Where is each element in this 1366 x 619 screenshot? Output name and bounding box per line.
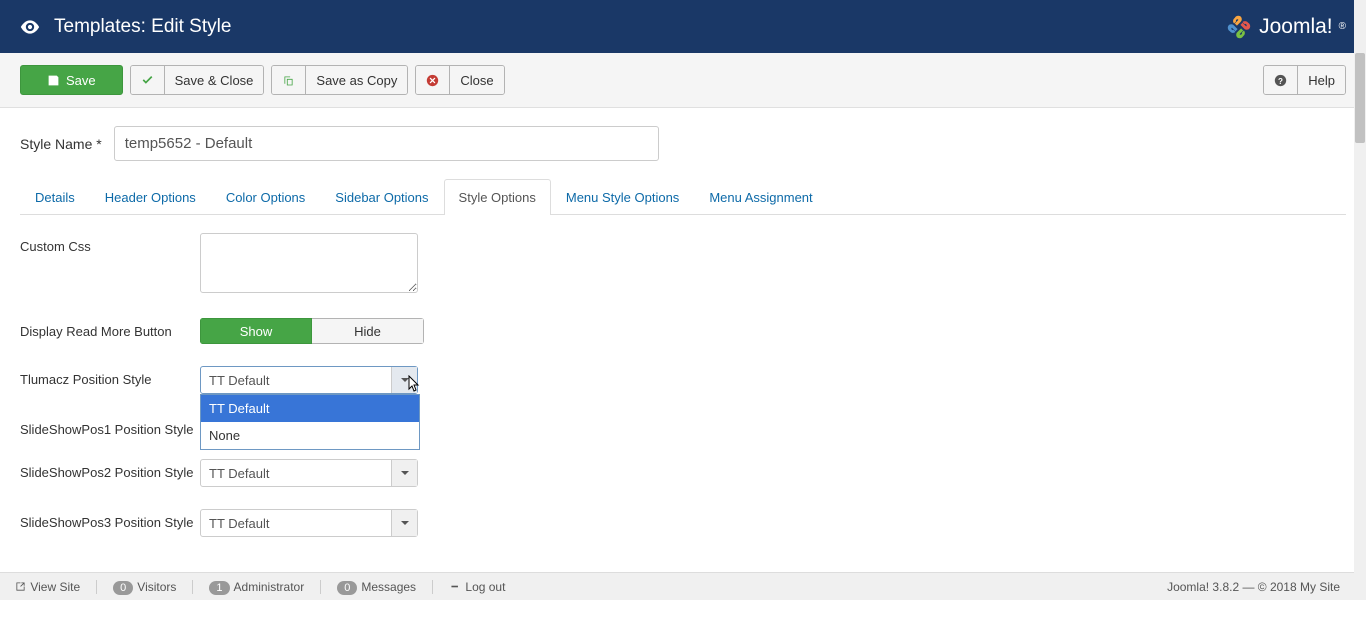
read-more-label: Display Read More Button xyxy=(20,318,200,344)
tab-bar: Details Header Options Color Options Sid… xyxy=(20,179,1346,215)
vertical-scrollbar[interactable] xyxy=(1354,0,1366,600)
page-title: Templates: Edit Style xyxy=(54,16,231,38)
joomla-logo-icon xyxy=(1225,13,1253,41)
chevron-down-icon xyxy=(391,367,417,393)
read-more-show-button[interactable]: Show xyxy=(200,318,312,344)
tab-color-options[interactable]: Color Options xyxy=(211,179,320,215)
messages-badge: 0 xyxy=(337,581,357,595)
visitors-badge: 0 xyxy=(113,581,133,595)
eye-icon xyxy=(20,20,40,34)
slideshow3-select[interactable]: TT Default xyxy=(200,509,418,537)
tab-sidebar-options[interactable]: Sidebar Options xyxy=(320,179,443,215)
tlumacz-option-ttdefault[interactable]: TT Default xyxy=(201,395,419,422)
logout-label: Log out xyxy=(465,580,505,594)
custom-css-label: Custom Css xyxy=(20,233,200,296)
view-site-link[interactable]: View Site xyxy=(14,580,80,594)
visitors-stat[interactable]: 0Visitors xyxy=(113,580,176,594)
save-copy-label: Save as Copy xyxy=(306,66,407,94)
main-content: Style Name * Details Header Options Colo… xyxy=(0,108,1366,619)
read-more-toggle: Show Hide xyxy=(200,318,424,344)
tab-menu-assignment[interactable]: Menu Assignment xyxy=(694,179,827,215)
close-button[interactable]: Close xyxy=(415,65,504,95)
style-name-label: Style Name * xyxy=(20,136,102,152)
save-button[interactable]: Save xyxy=(20,65,123,95)
view-site-label: View Site xyxy=(30,580,80,594)
slideshow3-select-value: TT Default xyxy=(201,516,391,531)
save-button-label: Save xyxy=(66,73,96,88)
scroll-thumb[interactable] xyxy=(1355,53,1365,143)
logout-icon xyxy=(449,580,462,593)
slideshow2-label: SlideShowPos2 Position Style xyxy=(20,459,200,487)
joomla-logo: Joomla!® xyxy=(1225,13,1346,41)
app-header: Templates: Edit Style Joomla!® xyxy=(0,0,1366,53)
version-text: Joomla! 3.8.2 — © 2018 My Site xyxy=(1167,580,1340,594)
admin-badge: 1 xyxy=(209,581,229,595)
cancel-icon xyxy=(426,74,439,87)
tab-style-options[interactable]: Style Options xyxy=(444,179,551,215)
tlumacz-select[interactable]: TT Default TT Default None xyxy=(200,366,418,394)
joomla-brand-text: Joomla! xyxy=(1259,15,1333,39)
read-more-hide-button[interactable]: Hide xyxy=(312,318,424,344)
help-icon: ? xyxy=(1274,74,1287,87)
save-copy-button[interactable]: Save as Copy xyxy=(271,65,408,95)
custom-css-input[interactable] xyxy=(200,233,418,293)
help-button[interactable]: ? Help xyxy=(1263,65,1346,95)
slideshow2-select[interactable]: TT Default xyxy=(200,459,418,487)
tab-details[interactable]: Details xyxy=(20,179,90,215)
copy-icon xyxy=(282,74,295,87)
help-label: Help xyxy=(1298,66,1345,94)
slideshow3-label: SlideShowPos3 Position Style xyxy=(20,509,200,537)
chevron-down-icon xyxy=(391,510,417,536)
check-icon xyxy=(141,74,154,87)
action-toolbar: Save Save & Close Save as Copy Close ? H… xyxy=(0,53,1366,108)
save-close-button[interactable]: Save & Close xyxy=(130,65,265,95)
tlumacz-label: Tlumacz Position Style xyxy=(20,366,200,394)
tlumacz-dropdown: TT Default None xyxy=(200,394,420,450)
status-bar: View Site 0Visitors 1Administrator 0Mess… xyxy=(0,572,1354,600)
close-label: Close xyxy=(450,66,503,94)
tab-header-options[interactable]: Header Options xyxy=(90,179,211,215)
apply-icon xyxy=(47,74,60,87)
messages-stat[interactable]: 0Messages xyxy=(337,580,416,594)
slideshow2-select-value: TT Default xyxy=(201,466,391,481)
save-close-label: Save & Close xyxy=(165,66,264,94)
tab-menu-style-options[interactable]: Menu Style Options xyxy=(551,179,694,215)
svg-text:?: ? xyxy=(1278,76,1283,85)
chevron-down-icon xyxy=(391,460,417,486)
logout-link[interactable]: Log out xyxy=(449,580,505,594)
admin-stat[interactable]: 1Administrator xyxy=(209,580,304,594)
slideshow1-label: SlideShowPos1 Position Style xyxy=(20,416,200,437)
tlumacz-option-none[interactable]: None xyxy=(201,422,419,449)
external-link-icon xyxy=(14,580,27,593)
style-name-input[interactable] xyxy=(114,126,659,161)
tlumacz-select-value: TT Default xyxy=(201,373,391,388)
